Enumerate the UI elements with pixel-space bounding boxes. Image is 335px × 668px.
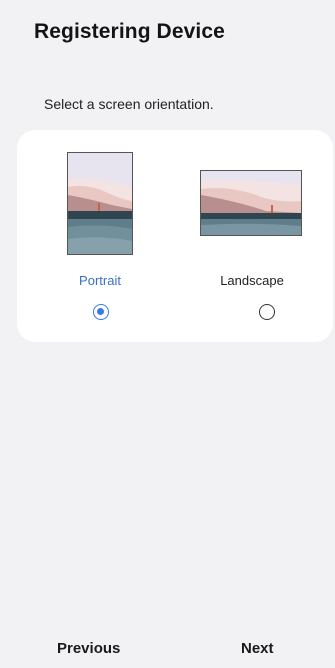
instruction-text: Select a screen orientation. <box>44 96 214 112</box>
portrait-radio[interactable] <box>93 304 109 320</box>
landscape-preview-image <box>200 170 302 236</box>
landscape-radio[interactable] <box>259 304 275 320</box>
previous-button[interactable]: Previous <box>57 640 120 657</box>
landscape-label: Landscape <box>220 273 284 288</box>
portrait-option[interactable]: Portrait <box>17 130 177 342</box>
next-button[interactable]: Next <box>241 640 274 657</box>
landscape-option[interactable]: Landscape <box>173 130 333 342</box>
page-title: Registering Device <box>34 20 225 43</box>
orientation-card: Portrait Landscape <box>17 130 333 342</box>
portrait-label: Portrait <box>79 273 121 288</box>
portrait-preview-image <box>67 152 133 255</box>
